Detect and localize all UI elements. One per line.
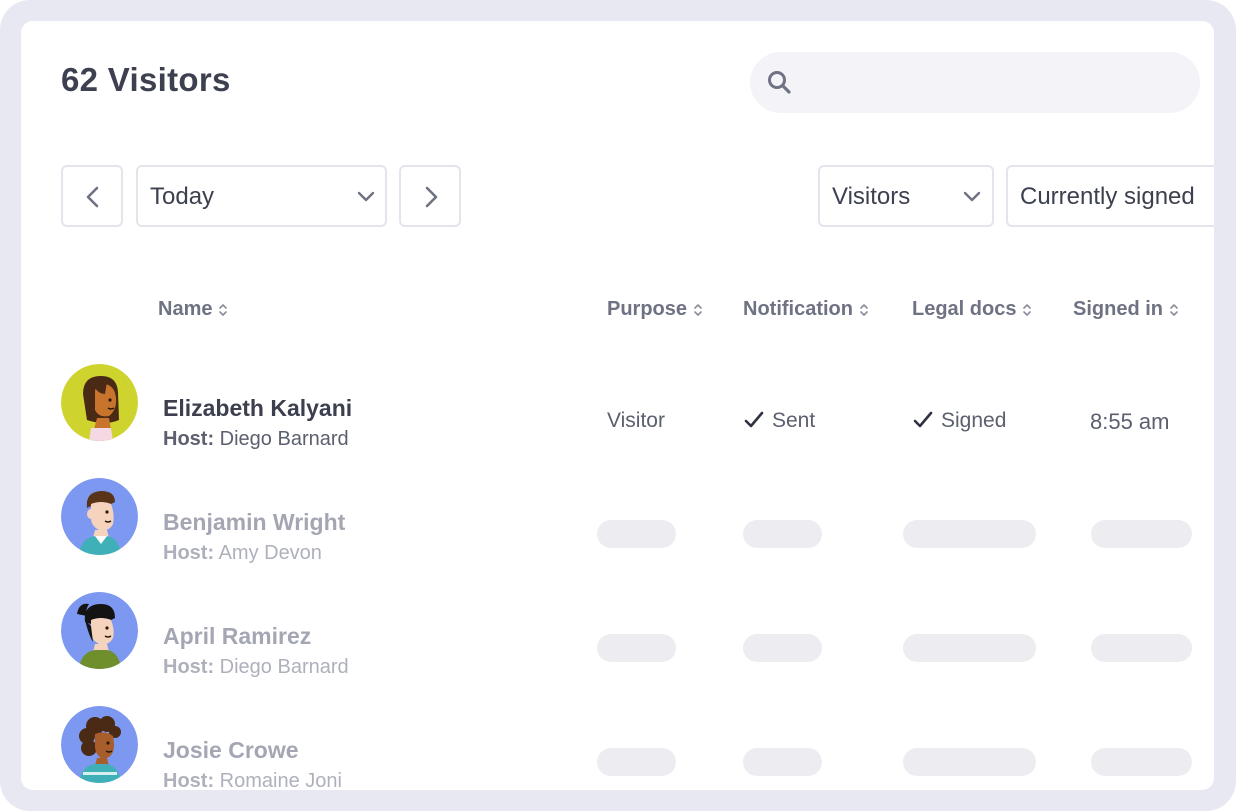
notification-cell: Sent	[744, 409, 815, 433]
loading-placeholder	[903, 634, 1036, 662]
loading-placeholder	[743, 520, 822, 548]
check-icon	[744, 411, 764, 428]
sort-icon	[860, 303, 868, 316]
visitor-name[interactable]: Elizabeth Kalyani	[163, 395, 352, 422]
host-name: Romaine Joni	[219, 770, 342, 790]
host-name: Amy Devon	[218, 542, 322, 564]
column-header-label: Signed in	[1073, 298, 1163, 320]
date-filter-label: Today	[150, 183, 215, 210]
column-header-notification[interactable]: Notification	[743, 298, 869, 321]
avatar	[61, 364, 138, 441]
column-header-purpose[interactable]: Purpose	[607, 298, 703, 321]
visitor-host: Host: Amy Devon	[163, 542, 322, 565]
avatar	[61, 706, 138, 783]
column-header-signed-in[interactable]: Signed in	[1073, 298, 1179, 321]
check-icon	[913, 411, 933, 428]
column-header-label: Purpose	[607, 298, 688, 320]
signed-in-cell: 8:55 am	[1090, 409, 1170, 434]
table-row[interactable]: April Ramirez Host: Diego Barnard	[21, 582, 1214, 682]
host-label: Host:	[163, 656, 215, 678]
loading-placeholder	[743, 748, 822, 776]
previous-day-button[interactable]	[61, 165, 123, 227]
search-icon	[768, 71, 791, 94]
table-row[interactable]: Josie Crowe Host: Romaine Joni	[21, 696, 1214, 790]
loading-placeholder	[1091, 520, 1192, 548]
status-filter-label: Currently signed	[1020, 183, 1195, 210]
search-input[interactable]	[750, 52, 1200, 113]
visitor-type-label: Visitors	[832, 183, 911, 210]
visitor-host: Host: Romaine Joni	[163, 770, 342, 790]
page-title: 62 Visitors	[61, 61, 231, 98]
host-label: Host:	[163, 428, 215, 450]
window-frame: 62 Visitors Today Visitors Currently sig…	[0, 0, 1236, 811]
column-header-label: Name	[158, 298, 213, 320]
visitor-name[interactable]: Josie Crowe	[163, 737, 299, 764]
chevron-left-icon	[86, 186, 99, 208]
chevron-down-icon	[357, 191, 375, 202]
date-filter-dropdown[interactable]: Today	[136, 165, 387, 227]
sort-icon	[1023, 303, 1032, 316]
purpose-cell: Visitor	[607, 409, 665, 432]
legal-docs-status: Signed	[941, 409, 1007, 432]
avatar	[61, 478, 138, 555]
visitor-host: Host: Diego Barnard	[163, 428, 349, 451]
visitor-name[interactable]: Benjamin Wright	[163, 509, 345, 536]
visitor-type-dropdown[interactable]: Visitors	[818, 165, 994, 227]
loading-placeholder	[597, 634, 676, 662]
table-row[interactable]: Elizabeth Kalyani Host: Diego Barnard Vi…	[21, 354, 1214, 454]
host-label: Host:	[163, 770, 215, 790]
sort-icon	[694, 303, 702, 316]
loading-placeholder	[597, 520, 676, 548]
column-header-label: Legal docs	[912, 298, 1017, 320]
loading-placeholder	[903, 520, 1036, 548]
chevron-down-icon	[963, 191, 981, 202]
loading-placeholder	[597, 748, 676, 776]
notification-status: Sent	[772, 409, 816, 432]
host-name: Diego Barnard	[219, 656, 349, 678]
chevron-right-icon	[425, 186, 438, 208]
loading-placeholder	[743, 634, 822, 662]
status-filter-dropdown[interactable]: Currently signed	[1006, 165, 1214, 227]
avatar	[61, 592, 138, 669]
loading-placeholder	[1091, 634, 1192, 662]
sort-icon	[1170, 303, 1178, 316]
next-day-button[interactable]	[399, 165, 461, 227]
loading-placeholder	[1091, 748, 1192, 776]
column-header-legal-docs[interactable]: Legal docs	[912, 298, 1032, 321]
loading-placeholder	[903, 748, 1036, 776]
visitor-name[interactable]: April Ramirez	[163, 623, 311, 650]
visitors-panel: 62 Visitors Today Visitors Currently sig…	[21, 21, 1214, 790]
column-header-label: Notification	[743, 298, 853, 320]
visitor-host: Host: Diego Barnard	[163, 656, 349, 679]
sort-icon	[219, 303, 228, 316]
host-label: Host:	[163, 542, 215, 564]
column-header-name[interactable]: Name	[158, 298, 228, 321]
legal-docs-cell: Signed	[913, 409, 1006, 433]
table-row[interactable]: Benjamin Wright Host: Amy Devon	[21, 468, 1214, 568]
host-name: Diego Barnard	[219, 428, 349, 450]
